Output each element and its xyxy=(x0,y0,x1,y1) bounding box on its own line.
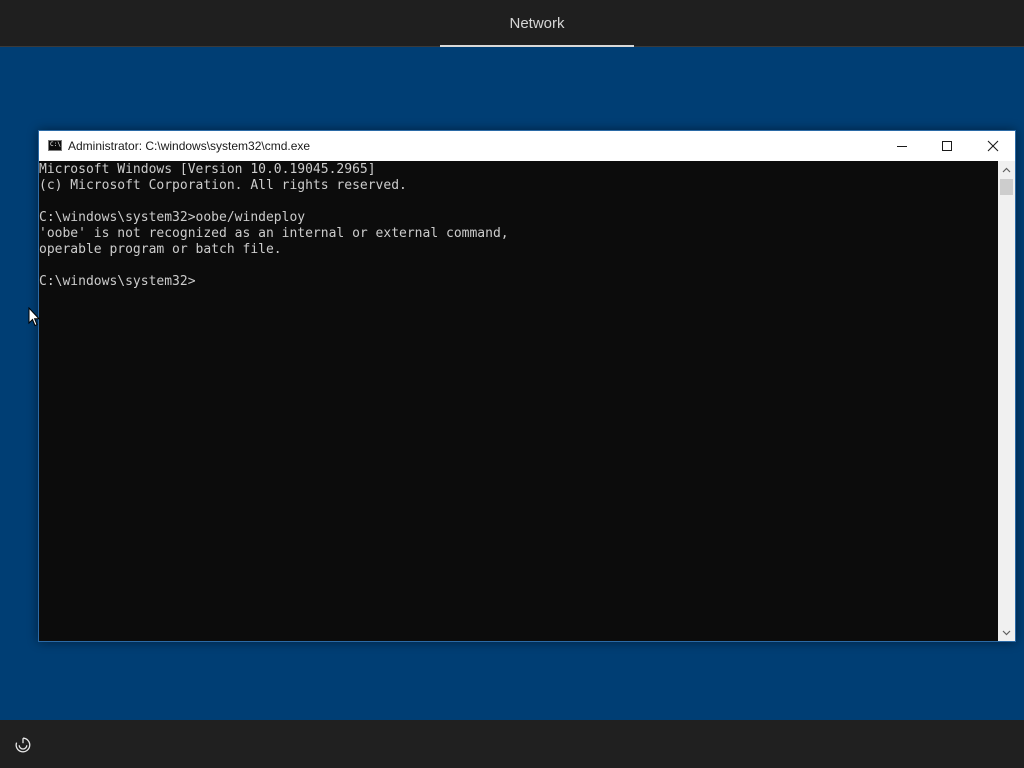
mouse-pointer-icon xyxy=(28,307,40,327)
minimize-icon xyxy=(897,146,907,147)
scroll-up-button[interactable] xyxy=(998,161,1015,178)
cmd-app-icon-text: C:\ xyxy=(50,141,61,148)
chevron-down-icon xyxy=(1002,630,1011,635)
cmd-titlebar[interactable]: C:\ Administrator: C:\windows\system32\c… xyxy=(39,131,1015,161)
console-line: (c) Microsoft Corporation. All rights re… xyxy=(39,178,407,193)
maximize-button[interactable] xyxy=(924,131,970,161)
cmd-app-icon: C:\ xyxy=(48,140,62,151)
ease-of-access-button[interactable] xyxy=(10,732,36,758)
console-prompt-line: C:\windows\system32> xyxy=(39,274,196,289)
cmd-window-title: Administrator: C:\windows\system32\cmd.e… xyxy=(68,139,311,153)
console-line: 'oobe' is not recognized as an internal … xyxy=(39,226,509,241)
console-line: Microsoft Windows [Version 10.0.19045.29… xyxy=(39,162,376,177)
maximize-icon xyxy=(942,141,952,151)
vertical-scrollbar[interactable] xyxy=(998,161,1015,641)
oobe-top-bar: Network xyxy=(0,0,1024,47)
console-line: operable program or batch file. xyxy=(39,242,282,257)
cmd-window[interactable]: C:\ Administrator: C:\windows\system32\c… xyxy=(38,130,1016,642)
ease-of-access-icon xyxy=(15,737,31,753)
tab-network[interactable]: Network xyxy=(440,0,634,47)
close-icon xyxy=(987,140,999,152)
scroll-thumb[interactable] xyxy=(1000,179,1013,195)
tab-network-label: Network xyxy=(509,15,565,32)
oobe-bottom-bar xyxy=(0,720,1024,768)
cmd-console-output[interactable]: Microsoft Windows [Version 10.0.19045.29… xyxy=(39,161,998,641)
console-line: C:\windows\system32>oobe/windeploy xyxy=(39,210,306,225)
chevron-up-icon xyxy=(1002,167,1011,172)
scroll-down-button[interactable] xyxy=(998,624,1015,641)
close-button[interactable] xyxy=(970,131,1016,161)
minimize-button[interactable] xyxy=(879,131,925,161)
